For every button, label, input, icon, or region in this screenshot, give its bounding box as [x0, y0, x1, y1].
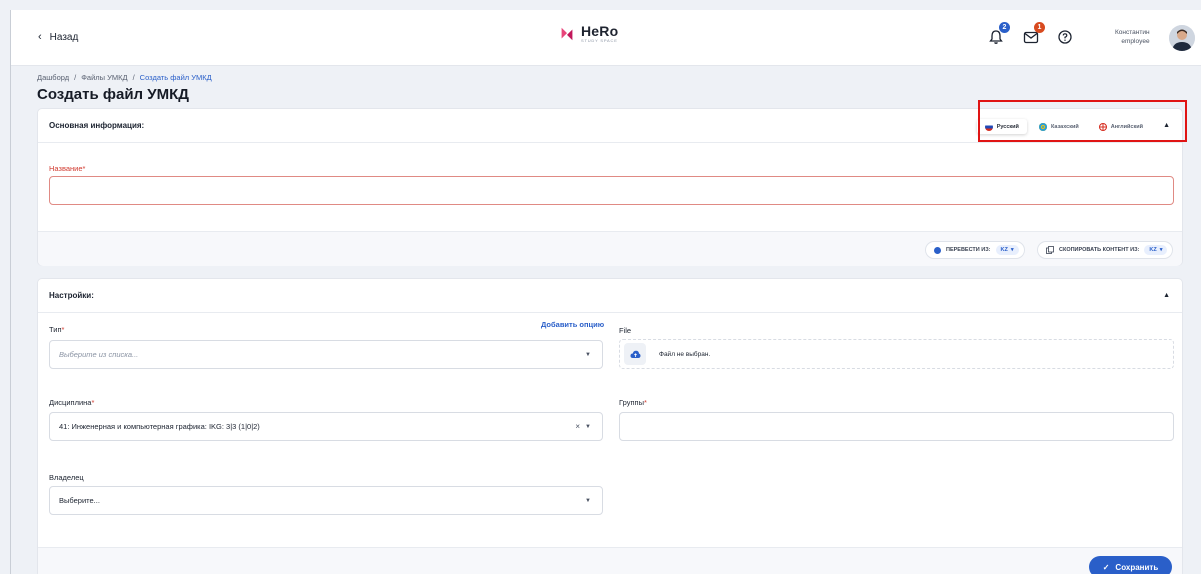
required-mark: * [82, 164, 86, 173]
caret-down-icon: ▼ [585, 423, 591, 430]
uk-flag-icon [1098, 122, 1107, 131]
page-title: Создать файл УМКД [37, 86, 189, 103]
globe-icon [934, 246, 941, 254]
check-icon: ✓ [1102, 562, 1110, 572]
user-name: Константин [1115, 29, 1150, 36]
name-input[interactable] [49, 176, 1174, 205]
copy-language: KZ [1149, 247, 1157, 253]
language-tab-kazakh[interactable]: Казахский [1031, 119, 1087, 134]
back-label: Назад [49, 31, 79, 43]
breadcrumb-current: Создать файл УМКД [139, 73, 212, 82]
type-label-text: Тип [49, 325, 62, 334]
translate-language-select[interactable]: KZ ▾ [995, 245, 1019, 255]
discipline-value: 41: Инженерная и компьютерная графика: I… [59, 422, 260, 431]
breadcrumb-files[interactable]: Файлы УМКД [81, 73, 127, 82]
notifications-button[interactable]: 2 [987, 22, 1010, 46]
copy-language-select[interactable]: KZ ▾ [1144, 245, 1168, 255]
discipline-label: Дисциплина* [49, 398, 94, 407]
file-label: File [619, 326, 632, 335]
caret-down-icon: ▾ [1010, 247, 1014, 253]
clear-icon[interactable]: × [575, 422, 580, 431]
messages-badge: 1 [1034, 22, 1045, 33]
discipline-select[interactable]: 41: Инженерная и компьютерная графика: I… [49, 412, 603, 441]
caret-down-icon: ▾ [1159, 247, 1163, 253]
main-info-header: Основная информация: Русский Казахский А… [38, 109, 1182, 143]
groups-label: Группы* [619, 398, 647, 407]
language-label: Английский [1110, 123, 1143, 130]
add-option-link[interactable]: Добавить опцию [541, 320, 604, 329]
user-role: employee [1121, 37, 1150, 45]
settings-footer [38, 547, 1182, 574]
user-photo-icon [1169, 25, 1195, 51]
groups-label-text: Группы [619, 398, 644, 407]
required-mark: * [644, 398, 647, 407]
language-tab-english[interactable]: Английский [1091, 119, 1151, 134]
translate-language: KZ [1000, 247, 1008, 253]
collapse-arrow-icon[interactable]: ▲ [1163, 292, 1170, 299]
discipline-label-text: Дисциплина [49, 398, 92, 407]
owner-select[interactable]: Выберите... ▼ [49, 486, 603, 515]
caret-down-icon: ▼ [585, 351, 591, 358]
translate-label: ПЕРЕВЕСТИ ИЗ: [946, 247, 991, 253]
support-button[interactable] [1056, 28, 1074, 46]
breadcrumb-separator: / [74, 73, 77, 82]
copy-label: СКОПИРОВАТЬ КОНТЕНТ ИЗ: [1059, 247, 1140, 253]
breadcrumb: Дашборд / Файлы УМКД / Создать файл УМКД [37, 73, 212, 82]
file-upload[interactable]: Файл не выбран. [619, 339, 1174, 369]
settings-header: Настройки: ▲ [38, 279, 1182, 313]
settings-card: Настройки: ▲ Тип* Добавить опцию Выберит… [37, 278, 1183, 574]
language-label: Русский [996, 123, 1019, 130]
avatar[interactable] [1169, 25, 1195, 51]
file-status: Файл не выбран. [659, 350, 711, 358]
back-button[interactable]: ‹ Назад [38, 31, 78, 43]
language-label: Казахский [1050, 123, 1079, 130]
breadcrumb-dashboard[interactable]: Дашборд [37, 73, 69, 82]
russian-flag-icon [984, 122, 993, 131]
type-placeholder: Выберите из списка... [59, 350, 139, 359]
save-button[interactable]: ✓ Сохранить [1089, 556, 1172, 574]
settings-title: Настройки: [49, 291, 94, 300]
breadcrumb-separator: / [132, 73, 135, 82]
caret-down-icon: ▼ [585, 497, 591, 504]
chevron-left-icon: ‹ [38, 31, 42, 43]
logo-subtitle: STUDY SPACE [581, 38, 618, 43]
groups-select[interactable] [619, 412, 1174, 441]
main-info-title: Основная информация: [49, 121, 145, 130]
type-select[interactable]: Выберите из списка... ▼ [49, 340, 603, 369]
language-tab-russian[interactable]: Русский [976, 119, 1027, 134]
required-mark: * [91, 398, 95, 407]
collapse-arrow-icon[interactable]: ▲ [1163, 122, 1170, 129]
language-switcher: Русский Казахский Английский [973, 118, 1155, 135]
help-chat-icon [1058, 30, 1072, 44]
type-label: Тип* [49, 325, 64, 334]
save-label: Сохранить [1115, 562, 1159, 572]
notifications-badge: 2 [999, 22, 1010, 33]
main-info-card: Основная информация: Русский Казахский А… [37, 108, 1183, 266]
app-logo[interactable]: HeRo STUDY SPACE [558, 24, 618, 43]
messages-button[interactable]: 1 [1022, 22, 1045, 46]
copy-content-button[interactable]: СКОПИРОВАТЬ КОНТЕНТ ИЗ: KZ ▾ [1037, 241, 1174, 259]
required-mark: * [61, 325, 65, 334]
cloud-upload-icon [630, 350, 640, 358]
owner-value: Выберите... [59, 496, 100, 505]
owner-label: Владелец [49, 473, 84, 482]
user-info[interactable]: Константин employee [1115, 29, 1150, 47]
window-border [10, 10, 11, 574]
upload-button[interactable] [624, 343, 646, 365]
translate-toolbar: ПЕРЕВЕСТИ ИЗ: KZ ▾ СКОПИРОВАТЬ КОНТЕНТ И… [38, 231, 1182, 266]
logo-text: HeRo [581, 23, 619, 39]
top-bar: ‹ Назад HeRo STUDY SPACE 2 1 Константин … [11, 10, 1201, 66]
hero-logo-icon [561, 27, 573, 40]
name-label: Название* [49, 164, 85, 173]
kazakh-flag-icon [1038, 122, 1047, 131]
copy-icon [1046, 246, 1054, 254]
name-label-text: Название [49, 164, 83, 173]
translate-from-button[interactable]: ПЕРЕВЕСТИ ИЗ: KZ ▾ [925, 241, 1025, 259]
